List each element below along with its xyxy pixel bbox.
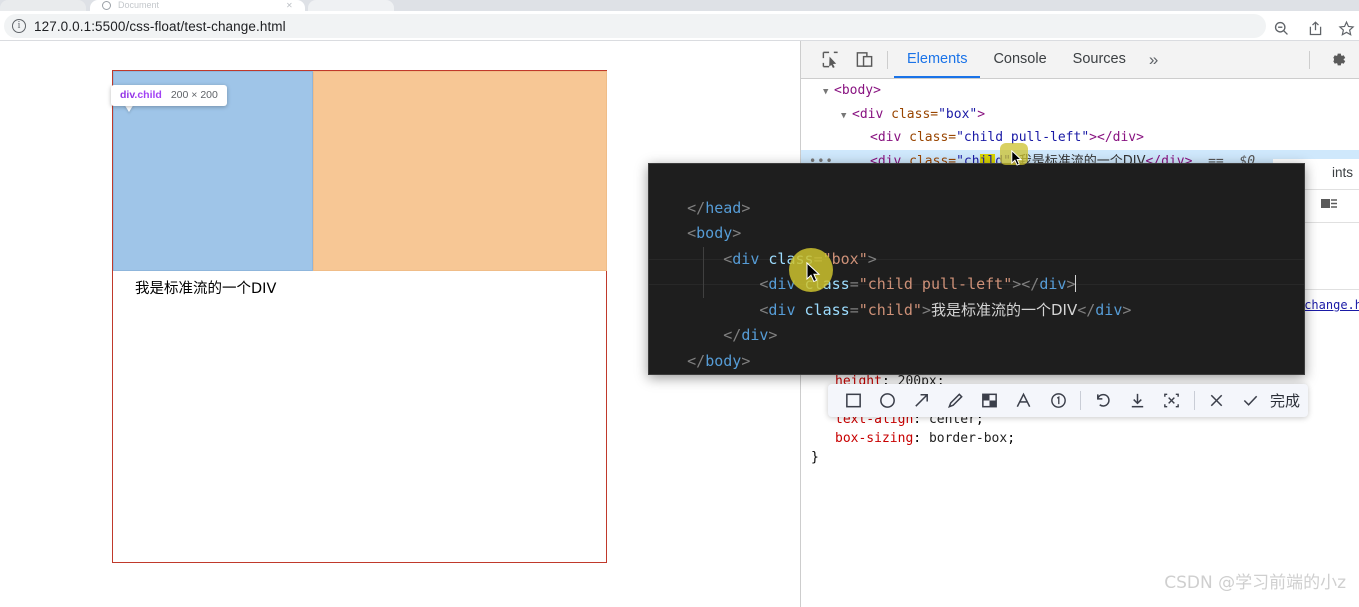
div-box: 我是标准流的一个DIV bbox=[112, 70, 607, 563]
dom-node-text: <div bbox=[852, 106, 892, 122]
tab-title: Document bbox=[118, 0, 160, 10]
dom-row[interactable]: <div class="child pull-left"></div> bbox=[801, 126, 1359, 150]
text-tool[interactable] bbox=[1007, 386, 1041, 416]
dom-row[interactable]: ▼ <body> bbox=[801, 79, 1359, 103]
dom-node-text: <div bbox=[870, 130, 910, 145]
dom-node-bracket: ></div> bbox=[1089, 130, 1144, 145]
mouse-cursor-overlay bbox=[806, 261, 824, 289]
tab-console[interactable]: Console bbox=[980, 41, 1059, 78]
device-toolbar-icon[interactable] bbox=[847, 44, 881, 76]
arrow-tool[interactable] bbox=[904, 386, 938, 416]
cancel-button[interactable] bbox=[1200, 386, 1234, 416]
code-line: <div class="box"> bbox=[687, 249, 877, 268]
address-bar[interactable]: i 127.0.0.1:5500/css-float/test-change.h… bbox=[4, 14, 1266, 38]
more-tabs-button[interactable]: » bbox=[1139, 43, 1168, 77]
indent-guide bbox=[703, 272, 704, 298]
browser-tab-next[interactable] bbox=[308, 0, 394, 11]
code-line: </head> bbox=[687, 198, 751, 217]
extract-text-button[interactable] bbox=[1155, 386, 1189, 416]
annotation-toolbar: 完成 bbox=[828, 384, 1308, 417]
toolbar-separator bbox=[1080, 391, 1082, 410]
group-breakpoints-icon[interactable] bbox=[1319, 194, 1339, 218]
number-tool[interactable] bbox=[1041, 386, 1075, 416]
inspect-element-icon[interactable] bbox=[813, 44, 847, 76]
code-line: </div> bbox=[687, 326, 778, 344]
tab-close-icon[interactable]: ✕ bbox=[286, 1, 293, 10]
toolbar-separator bbox=[1193, 391, 1195, 410]
ellipse-tool[interactable] bbox=[870, 386, 904, 416]
css-property[interactable]: box-sizing bbox=[835, 431, 913, 446]
mosaic-tool[interactable] bbox=[973, 386, 1007, 416]
dom-attr-name: class= bbox=[909, 130, 957, 145]
code-editor-overlay[interactable]: </head> <body> <div class="box"> <div cl… bbox=[648, 163, 1305, 375]
mouse-cursor-domtree bbox=[1011, 149, 1025, 172]
css-rule-close: } bbox=[811, 450, 819, 465]
rectangle-tool[interactable] bbox=[836, 386, 870, 416]
inspect-tooltip: div.child 200 × 200 bbox=[111, 85, 227, 106]
code-line: <body> bbox=[687, 224, 742, 242]
inspect-tooltip-selector: div.child bbox=[120, 89, 162, 101]
browser-tab-prev[interactable] bbox=[0, 0, 86, 11]
zoom-icon[interactable] bbox=[1268, 15, 1294, 41]
code-line: </html> bbox=[651, 349, 1304, 375]
site-info-icon[interactable]: i bbox=[12, 19, 26, 33]
tab-sources[interactable]: Sources bbox=[1060, 41, 1139, 78]
pen-tool[interactable] bbox=[939, 386, 973, 416]
code-line-active: <div class="child pull-left"></div> bbox=[651, 246, 1304, 293]
indent-guide bbox=[703, 246, 704, 272]
css-value[interactable]: border-box bbox=[929, 431, 1007, 446]
dom-attr-name: class= bbox=[891, 106, 939, 122]
inspect-tooltip-dimensions: 200 × 200 bbox=[170, 89, 218, 101]
toolbar-separator-right bbox=[1309, 51, 1310, 69]
code-line: <div class="child">我是标准流的一个DIV</div> bbox=[651, 272, 1304, 319]
css-declaration-box-sizing[interactable]: box-sizing: border-box; bbox=[811, 429, 1359, 448]
csdn-watermark: CSDN @学习前端的小z bbox=[1164, 573, 1346, 593]
address-bar-url: 127.0.0.1:5500/css-float/test-change.htm… bbox=[34, 18, 286, 34]
browser-toolbar: i 127.0.0.1:5500/css-float/test-change.h… bbox=[0, 11, 1359, 41]
code-line: </body> bbox=[687, 351, 751, 370]
breakpoints-label: ints bbox=[1331, 165, 1353, 180]
dom-node-text: <body> bbox=[834, 83, 881, 98]
toolbar-separator bbox=[887, 50, 888, 69]
dom-row[interactable]: ▼ <div class="box"> bbox=[801, 103, 1359, 127]
flow-div-text: 我是标准流的一个DIV bbox=[135, 281, 277, 297]
div-child-highlight bbox=[313, 71, 607, 271]
gear-icon[interactable] bbox=[1327, 49, 1348, 74]
tab-elements[interactable]: Elements bbox=[894, 41, 980, 78]
twisty-icon[interactable]: ▼ bbox=[823, 81, 834, 105]
download-button[interactable] bbox=[1120, 386, 1154, 416]
devtools-toolbar: Elements Console Sources » bbox=[801, 41, 1359, 79]
dom-attr-value: "box" bbox=[938, 106, 978, 122]
confirm-button[interactable] bbox=[1234, 386, 1268, 416]
done-label[interactable]: 完成 bbox=[1270, 390, 1300, 411]
browser-tab-document[interactable]: Document ✕ bbox=[90, 0, 305, 11]
undo-button[interactable] bbox=[1086, 386, 1120, 416]
extensions-icon[interactable] bbox=[1353, 15, 1359, 41]
twisty-icon[interactable]: ▼ bbox=[841, 105, 852, 129]
tab-favicon bbox=[102, 1, 111, 10]
browser-tab-strip: Document ✕ bbox=[0, 0, 1359, 11]
share-icon[interactable] bbox=[1302, 15, 1328, 41]
dom-node-bracket: > bbox=[977, 106, 986, 122]
